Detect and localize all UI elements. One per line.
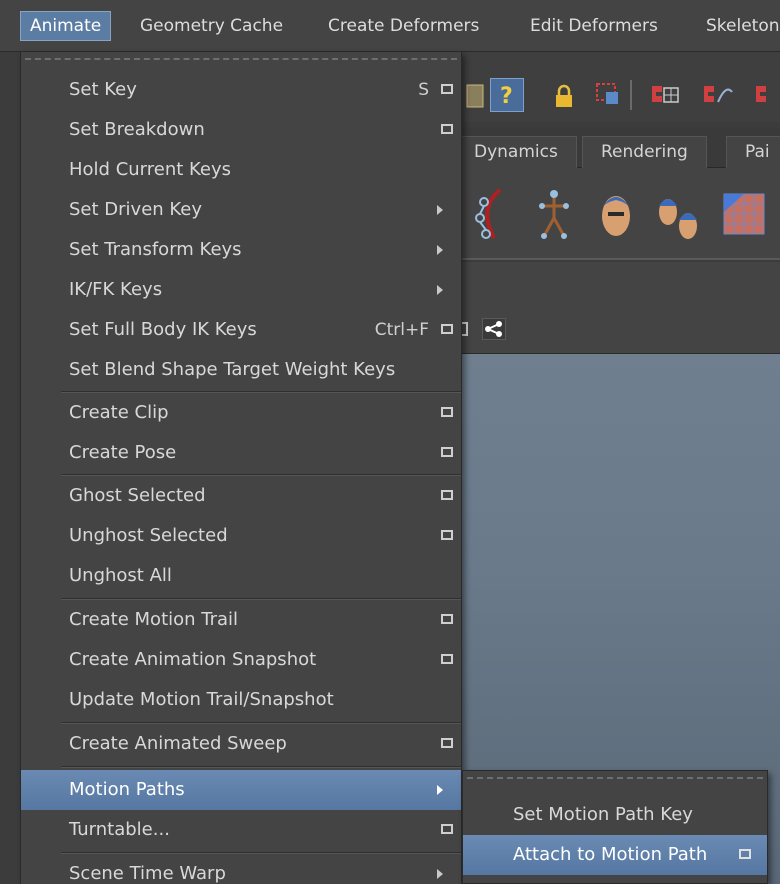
menu-item-ik-fk-keys[interactable]: IK/FK Keys [21, 270, 461, 310]
option-box-icon[interactable] [441, 124, 453, 134]
menu-item-label: Create Animated Sweep [69, 733, 287, 754]
question-icon[interactable]: ? [490, 78, 524, 112]
motion-paths-submenu: Set Motion Path Key Attach to Motion Pat… [462, 770, 768, 884]
option-box-icon[interactable] [441, 490, 453, 500]
option-box-icon[interactable] [441, 324, 453, 334]
submenu-arrow-icon [437, 285, 443, 295]
menu-item-label: Create Clip [69, 402, 169, 423]
menu-item-label: Set Blend Shape Target Weight Keys [69, 359, 396, 380]
head-icon[interactable] [590, 182, 642, 248]
menu-item-shortcut: Ctrl+F [374, 320, 429, 340]
shelf-icon-row [462, 168, 780, 260]
option-box-icon[interactable] [739, 849, 751, 859]
skeleton-icon[interactable] [528, 182, 580, 248]
option-box-icon[interactable] [441, 738, 453, 748]
menu-item-label: Set Breakdown [69, 119, 205, 140]
menu-item-set-motion-path-key[interactable]: Set Motion Path Key [463, 795, 767, 835]
option-box-icon[interactable] [441, 824, 453, 834]
option-box-icon[interactable] [441, 84, 453, 94]
share-icon[interactable] [482, 318, 506, 340]
menu-tearoff[interactable] [25, 58, 457, 62]
menu-item-ghost-selected[interactable]: Ghost Selected [21, 476, 461, 516]
menu-item-label: Scene Time Warp [69, 863, 226, 884]
menu-item-label: Ghost Selected [69, 485, 206, 506]
menu-item-label: Set Transform Keys [69, 239, 242, 260]
option-box-icon[interactable] [441, 447, 453, 457]
menu-item-create-animation-snapshot[interactable]: Create Animation Snapshot [21, 640, 461, 680]
panel-toolbar [462, 262, 780, 354]
main-menubar: Animate Geometry Cache Create Deformers … [0, 0, 780, 52]
menu-item-label: Unghost All [69, 565, 172, 586]
menu-separator [61, 766, 461, 768]
menu-item-create-animated-sweep[interactable]: Create Animated Sweep [21, 724, 461, 764]
menu-item-set-driven-key[interactable]: Set Driven Key [21, 190, 461, 230]
submenu-arrow-icon [437, 869, 443, 879]
submenu-arrow-icon [437, 785, 443, 795]
menu-item-label: Turntable... [69, 819, 170, 840]
submenu-arrow-icon [437, 205, 443, 215]
menu-animate[interactable]: Animate [20, 11, 112, 41]
menu-item-label: Create Pose [69, 442, 177, 463]
menu-item-label: Unghost Selected [69, 525, 228, 546]
menu-item-label: Create Animation Snapshot [69, 649, 317, 670]
menu-tearoff[interactable] [467, 777, 763, 781]
menu-edit-deformers[interactable]: Edit Deformers [530, 12, 658, 40]
heads-icon[interactable] [652, 182, 704, 248]
menu-item-set-full-body-ik-keys[interactable]: Set Full Body IK Keys Ctrl+F [21, 310, 461, 350]
menu-item-label: Attach to Motion Path [513, 844, 708, 865]
option-box-icon[interactable] [441, 614, 453, 624]
option-box-icon[interactable] [441, 407, 453, 417]
tab-dynamics[interactable]: Dynamics [456, 136, 577, 168]
menu-item-attach-to-motion-path[interactable]: Attach to Motion Path [463, 835, 767, 875]
menu-item-label: Update Motion Trail/Snapshot [69, 689, 334, 710]
menu-item-create-motion-trail[interactable]: Create Motion Trail [21, 600, 461, 640]
tab-rendering[interactable]: Rendering [582, 136, 707, 168]
submenu-arrow-icon [437, 245, 443, 255]
option-box-icon[interactable] [462, 322, 468, 336]
menu-item-set-transform-keys[interactable]: Set Transform Keys [21, 230, 461, 270]
menu-item-motion-paths[interactable]: Motion Paths [21, 770, 461, 810]
menu-skeleton[interactable]: Skeleton [706, 12, 780, 40]
option-box-icon[interactable] [441, 530, 453, 540]
shelf-tab-bar: Dynamics Rendering Pai [456, 128, 780, 168]
menu-item-create-pose[interactable]: Create Pose [21, 433, 461, 473]
menu-item-hold-current-keys[interactable]: Hold Current Keys [21, 150, 461, 190]
menu-item-unghost-selected[interactable]: Unghost Selected [21, 516, 461, 556]
menu-item-label: Set Driven Key [69, 199, 203, 220]
menu-item-scene-time-warp[interactable]: Scene Time Warp [21, 854, 461, 884]
joint-chain-icon[interactable] [470, 182, 522, 248]
menu-item-turntable[interactable]: Turntable... [21, 810, 461, 850]
menu-item-label: IK/FK Keys [69, 279, 163, 300]
menu-item-create-clip[interactable]: Create Clip [21, 393, 461, 433]
menu-item-shortcut: S [418, 80, 429, 100]
tab-paint[interactable]: Pai [726, 136, 780, 168]
toolbar-divider [630, 80, 632, 110]
magnet-point-icon[interactable] [752, 80, 780, 108]
lock-icon[interactable] [550, 82, 578, 110]
magnet-curve-icon[interactable] [700, 80, 734, 108]
menu-item-set-breakdown[interactable]: Set Breakdown [21, 110, 461, 150]
script-icon[interactable] [462, 82, 490, 110]
menu-item-label: Hold Current Keys [69, 159, 232, 180]
menu-create-deformers[interactable]: Create Deformers [328, 12, 479, 40]
menu-item-label: Set Key [69, 79, 137, 100]
menu-item-update-motion-trail[interactable]: Update Motion Trail/Snapshot [21, 680, 461, 720]
menu-item-unghost-all[interactable]: Unghost All [21, 556, 461, 596]
menu-item-label: Set Full Body IK Keys [69, 319, 257, 340]
menu-item-label: Motion Paths [69, 779, 185, 800]
menu-item-set-key[interactable]: Set Key S [21, 70, 461, 110]
svg-text:?: ? [500, 84, 513, 109]
texture-icon[interactable] [714, 182, 766, 248]
menu-item-label: Set Motion Path Key [513, 804, 693, 825]
menu-item-label: Create Motion Trail [69, 609, 239, 630]
menu-item-set-blend-shape-keys[interactable]: Set Blend Shape Target Weight Keys [21, 350, 461, 390]
selection-mask-icon[interactable] [594, 80, 622, 108]
magnet-grid-icon[interactable] [648, 80, 682, 108]
menu-geometry-cache[interactable]: Geometry Cache [140, 12, 283, 40]
option-box-icon[interactable] [441, 654, 453, 664]
animate-menu: Set Key S Set Breakdown Hold Current Key… [20, 52, 462, 884]
